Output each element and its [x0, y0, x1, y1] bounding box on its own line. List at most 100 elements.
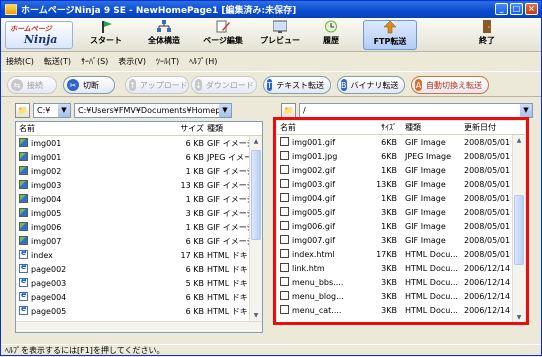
- remote-up-folder-button[interactable]: 📁: [281, 102, 296, 118]
- remote-file-type: JPEG Image: [405, 151, 452, 161]
- remote-file-row[interactable]: img005.gif 3KB GIF Image 2008/05/01: [277, 205, 525, 219]
- local-file-name-text: img002: [31, 167, 62, 176]
- local-file-row[interactable]: img001 6 KBJPEG イメージ: [16, 150, 262, 164]
- remote-file-date: 2008/05/01: [464, 179, 511, 189]
- menu-view[interactable]: 表示(V): [118, 56, 146, 67]
- minimize-button[interactable]: _: [495, 3, 508, 15]
- tool-ftp-transfer[interactable]: FTP転送: [363, 20, 417, 50]
- local-file-row[interactable]: img005 3 KBGIF イメージ: [16, 206, 262, 220]
- image-file-icon: [19, 180, 28, 189]
- menu-connect[interactable]: 接続(C): [6, 56, 34, 67]
- local-file-row[interactable]: img001 6 KBGIF イメージ: [16, 136, 262, 150]
- html-file-icon: [19, 278, 28, 287]
- remote-file-name-text: img005.gif: [292, 208, 336, 217]
- local-file-row[interactable]: page003 5 KBHTML ドキュ: [16, 276, 262, 290]
- local-drive-select[interactable]: C:¥ ▼: [33, 102, 71, 118]
- menu-server[interactable]: ｻｰﾊﾞ(S): [81, 56, 108, 67]
- remote-file-name: img004.gif: [277, 193, 367, 203]
- remote-file-row[interactable]: img007.gif 3KB GIF Image 2008/05/01: [277, 233, 525, 247]
- scroll-down-icon[interactable]: ▼: [514, 312, 524, 323]
- local-file-row[interactable]: page004 6 KBHTML ドキュ: [16, 290, 262, 304]
- text-transfer-icon: T: [267, 79, 273, 91]
- remote-file-name-text: img002.gif: [292, 166, 336, 175]
- tool-history[interactable]: 履歴: [311, 20, 351, 50]
- local-path-select[interactable]: C:¥Users¥FMV¥Documents¥Homepage Ninja¥w …: [74, 102, 232, 118]
- scroll-up-icon[interactable]: ▲: [251, 136, 261, 147]
- local-file-name-text: img007: [31, 237, 62, 246]
- local-file-name: page005: [16, 306, 166, 316]
- local-col-type[interactable]: 種類: [204, 123, 249, 134]
- remote-file-size: 3KB: [381, 305, 397, 315]
- remote-file-row[interactable]: menu_bbs.... 3KB HTML Docu... 2006/12/14: [277, 275, 525, 289]
- remote-file-row[interactable]: menu_cat.... 3KB HTML Docu... 2006/12/14: [277, 303, 525, 317]
- local-col-name[interactable]: 名前: [16, 123, 166, 134]
- remote-file-row[interactable]: img001.jpg 6KB JPEG Image 2008/05/01: [277, 149, 525, 163]
- local-file-row[interactable]: index 17 KBHTML ドキュ: [16, 248, 262, 262]
- scroll-up-icon[interactable]: ▲: [514, 135, 524, 146]
- remote-file-name: menu_blog...: [277, 291, 367, 301]
- remote-file-row[interactable]: img004.gif 1KB GIF Image 2008/05/01: [277, 191, 525, 205]
- tool-preview[interactable]: プレビュー: [257, 20, 303, 50]
- page-edit-icon: [216, 20, 230, 33]
- tool-start[interactable]: スタート: [83, 20, 129, 50]
- local-file-row[interactable]: img002 1 KBGIF イメージ: [16, 164, 262, 178]
- document-file-icon: [280, 305, 289, 314]
- remote-col-name[interactable]: 名前: [277, 122, 367, 133]
- local-col-size[interactable]: サイズ: [166, 123, 204, 134]
- remote-col-size[interactable]: ｻｲｽﾞ: [367, 122, 397, 133]
- local-vertical-scrollbar[interactable]: ▲ ▼: [249, 136, 262, 321]
- remote-file-row[interactable]: img002.gif 1KB GIF Image 2008/05/01: [277, 163, 525, 177]
- local-file-type: HTML ドキュ: [207, 292, 249, 302]
- remote-file-name: img006.gif: [277, 221, 367, 231]
- binary-transfer-icon: B: [341, 79, 347, 91]
- remote-file-size: 6KB: [381, 137, 397, 147]
- local-file-row[interactable]: page002 6 KBHTML ドキュ: [16, 262, 262, 276]
- remote-file-row[interactable]: img003.gif 13KB GIF Image 2008/05/01: [277, 177, 525, 191]
- menu-tools[interactable]: ﾂｰﾙ(T): [156, 56, 179, 67]
- local-file-row[interactable]: page005 6 KBHTML ドキュ: [16, 304, 262, 318]
- remote-file-name: menu_bbs....: [277, 277, 367, 287]
- local-file-row[interactable]: img007 6 KBGIF イメージ: [16, 234, 262, 248]
- auto-transfer-button[interactable]: A 自動切換え転送: [411, 76, 489, 94]
- local-up-folder-button[interactable]: 📁: [15, 102, 30, 118]
- binary-transfer-button[interactable]: B バイナリ転送: [337, 76, 405, 94]
- remote-col-date[interactable]: 更新日付: [461, 122, 511, 133]
- document-file-icon: [280, 207, 289, 216]
- menu-help[interactable]: ﾍﾙﾌﾟ(H): [189, 56, 217, 67]
- binary-transfer-label: バイナリ転送: [350, 80, 399, 90]
- upload-button[interactable]: ↑ アップロード: [125, 76, 189, 94]
- local-file-row[interactable]: img004 1 KBGIF イメージ: [16, 192, 262, 206]
- remote-col-type[interactable]: 種類: [397, 122, 461, 133]
- title-bar[interactable]: ホームページNinja 9 SE - NewHomePage1 [編集済み:未保…: [1, 1, 541, 18]
- remote-file-row[interactable]: link.htm 3KB HTML Docu... 2006/12/14: [277, 261, 525, 275]
- remote-file-row[interactable]: index.html 17KB HTML Docu... 2008/05/01: [277, 247, 525, 261]
- auto-transfer-icon: A: [415, 79, 422, 91]
- local-file-type: JPEG イメージ: [207, 152, 249, 162]
- tool-structure[interactable]: 全体構造: [139, 20, 189, 50]
- remote-path-select[interactable]: / ▼: [299, 102, 533, 118]
- tool-preview-label: プレビュー: [260, 36, 300, 45]
- close-button[interactable]: ×: [525, 3, 538, 15]
- connect-icon: ⇆: [11, 79, 23, 91]
- scroll-down-icon[interactable]: ▼: [251, 310, 261, 321]
- remote-file-row[interactable]: img001.gif 6KB GIF Image 2008/05/01: [277, 135, 525, 149]
- local-file-type: HTML ドキュ: [207, 264, 249, 274]
- remote-scroll-thumb[interactable]: [514, 195, 524, 265]
- local-path-bar: 📁 C:¥ ▼ C:¥Users¥FMV¥Documents¥Homepage …: [15, 101, 232, 119]
- download-button[interactable]: ↓ ダウンロード: [191, 76, 257, 94]
- menu-transfer[interactable]: 転送(T): [44, 56, 71, 67]
- local-file-row[interactable]: img006 1 KBGIF イメージ: [16, 220, 262, 234]
- remote-file-name-text: img001.gif: [292, 138, 336, 147]
- local-scroll-thumb[interactable]: [251, 150, 261, 240]
- local-horizontal-scrollbar[interactable]: [16, 321, 262, 332]
- tool-exit[interactable]: 終了: [469, 20, 505, 50]
- connect-button[interactable]: ⇆ 接続: [7, 76, 57, 94]
- text-transfer-button[interactable]: T テキスト転送: [263, 76, 331, 94]
- maximize-button[interactable]: □: [510, 3, 523, 15]
- remote-file-row[interactable]: menu_blog... 3KB HTML Docu... 2006/12/14: [277, 289, 525, 303]
- disconnect-button[interactable]: ✂ 切断: [63, 76, 115, 94]
- remote-vertical-scrollbar[interactable]: ▲ ▼: [512, 135, 525, 323]
- tool-page-edit[interactable]: ページ編集: [197, 20, 249, 50]
- local-file-row[interactable]: img003 13 KBGIF イメージ: [16, 178, 262, 192]
- remote-file-row[interactable]: img006.gif 1KB GIF Image 2008/05/01: [277, 219, 525, 233]
